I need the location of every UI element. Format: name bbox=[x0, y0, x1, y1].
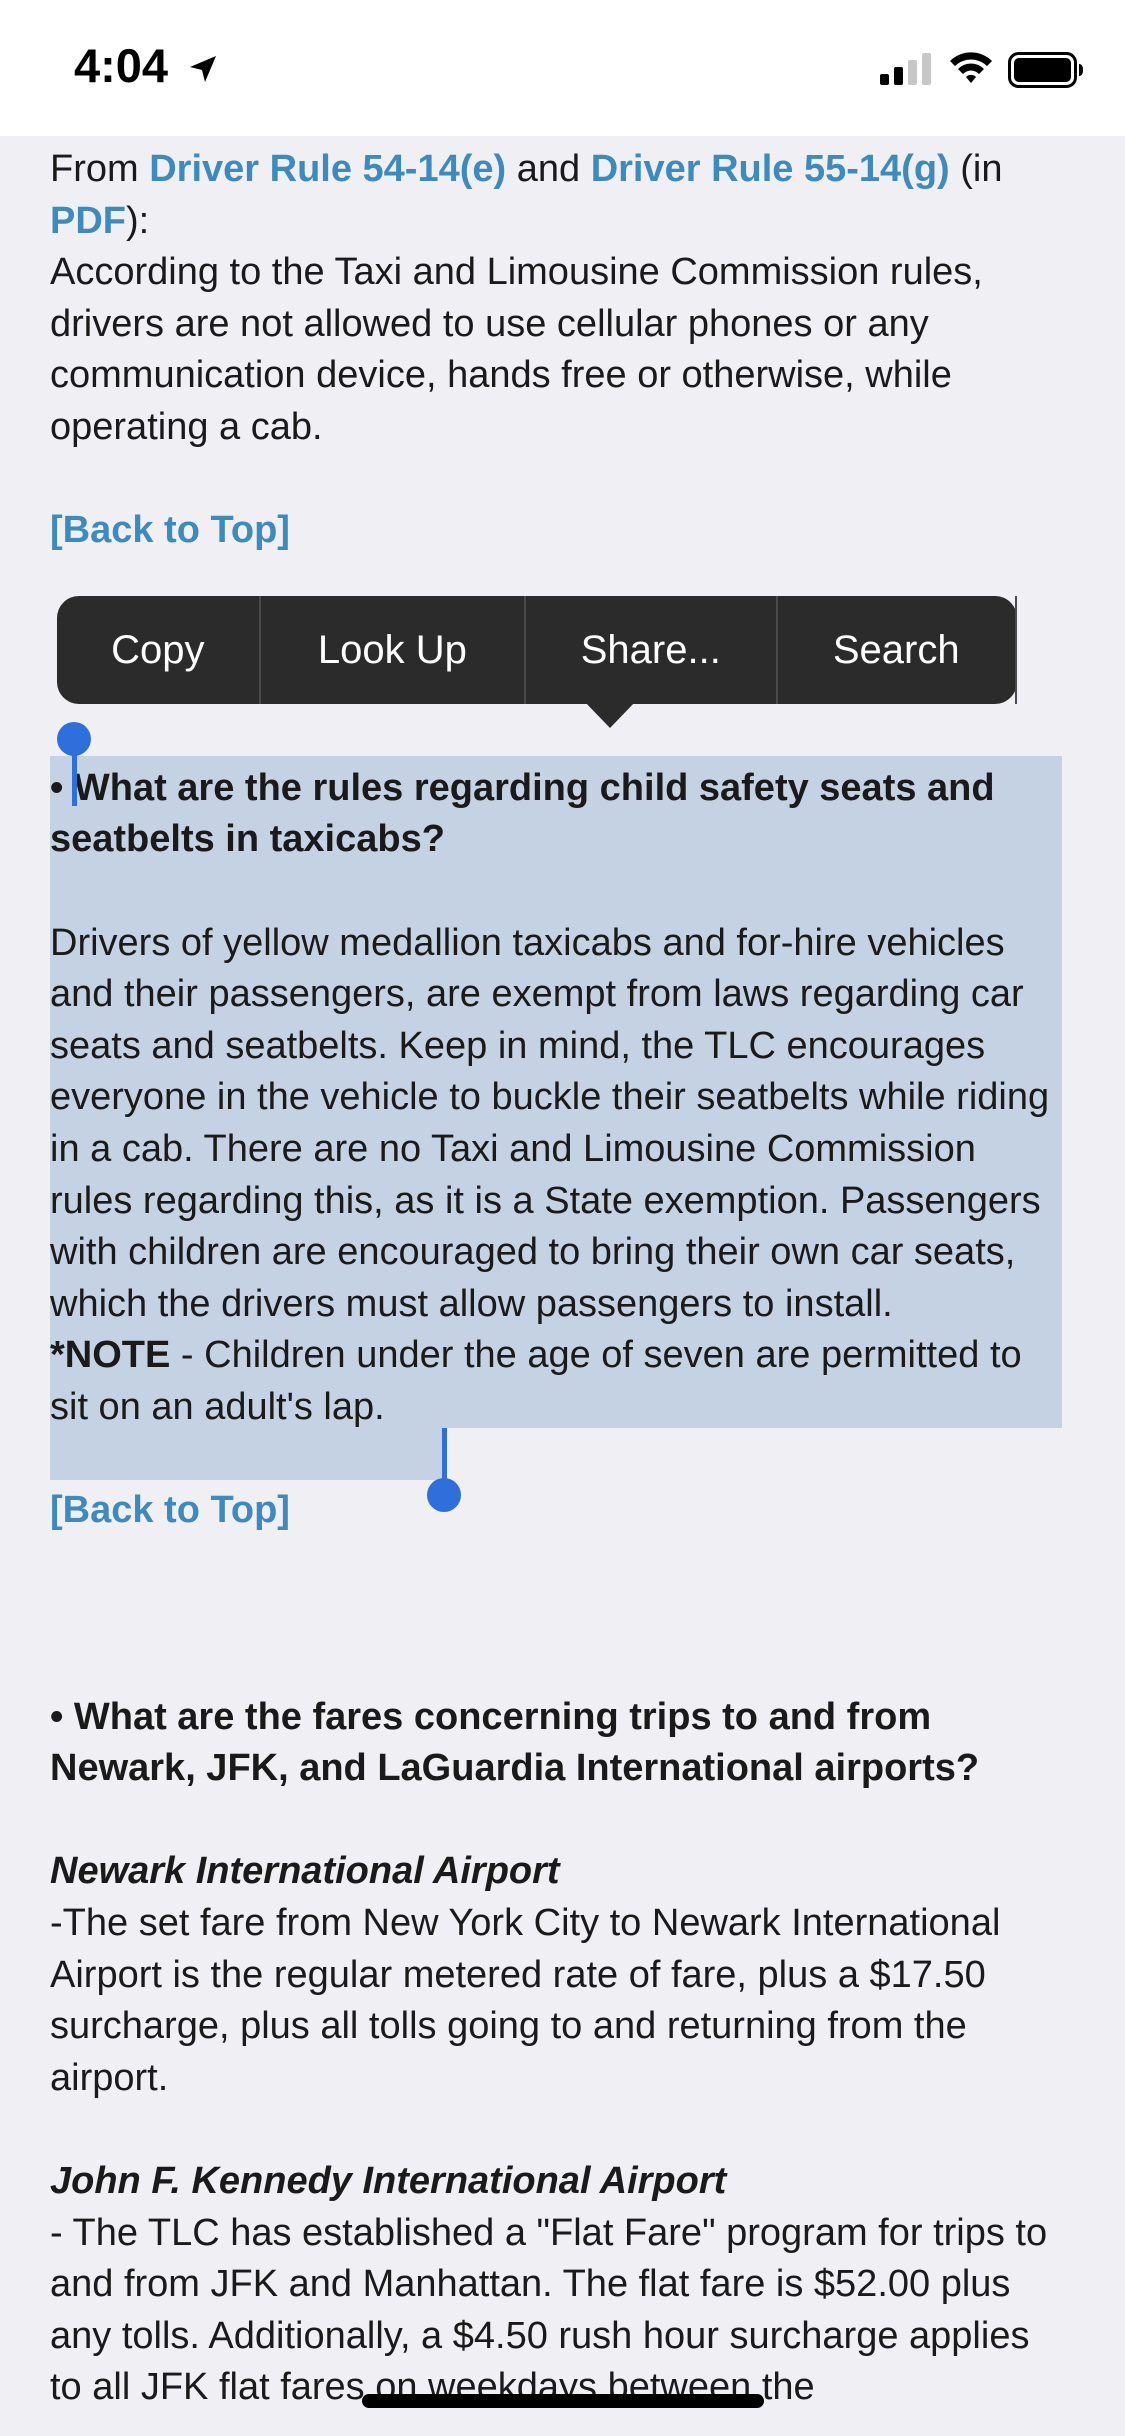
jfk-heading: John F. Kennedy International Airport bbox=[50, 2160, 727, 2202]
selection-end-handle[interactable] bbox=[427, 1478, 461, 1512]
intro-body: According to the Taxi and Limousine Comm… bbox=[50, 251, 983, 448]
selection-end-caret bbox=[442, 1428, 447, 1482]
menu-pointer bbox=[583, 700, 637, 728]
text-selection-menu: Copy Look Up Share... Search bbox=[57, 596, 1017, 728]
selection-start-handle[interactable] bbox=[57, 722, 91, 756]
intro-source: From Driver Rule 54-14(e) and Driver Rul… bbox=[50, 148, 1003, 242]
selection-start-caret bbox=[72, 752, 77, 806]
home-indicator[interactable] bbox=[362, 2394, 764, 2408]
status-time: 4:04 bbox=[74, 39, 169, 92]
location-arrow-icon bbox=[190, 56, 216, 82]
driver-rule-54-link[interactable]: Driver Rule 54-14(e) bbox=[149, 148, 506, 190]
search-menu-item[interactable]: Search bbox=[778, 596, 1017, 704]
back-to-top-link[interactable]: [Back to Top] bbox=[50, 505, 1060, 557]
battery-icon bbox=[1008, 52, 1083, 88]
driver-rule-55-link[interactable]: Driver Rule 55-14(g) bbox=[591, 148, 950, 190]
article-content: From Driver Rule 54-14(e) and Driver Rul… bbox=[50, 136, 1060, 2414]
child-seat-question: • What are the rules regarding child saf… bbox=[50, 766, 995, 861]
airport-fares-question: • What are the fares concerning trips to… bbox=[50, 1695, 980, 1790]
cellular-signal-icon bbox=[880, 53, 931, 85]
copy-menu-item[interactable]: Copy bbox=[57, 596, 261, 704]
status-bar: 4:04 bbox=[0, 0, 1125, 136]
wifi-icon bbox=[950, 52, 992, 83]
back-to-top-link[interactable]: [Back to Top] bbox=[50, 1485, 1060, 1537]
newark-text: -The set fare from New York City to Newa… bbox=[50, 1902, 1001, 2099]
look-up-menu-item[interactable]: Look Up bbox=[261, 596, 527, 704]
pdf-link[interactable]: PDF bbox=[50, 200, 126, 242]
child-seat-answer: Drivers of yellow medallion taxicabs and… bbox=[50, 921, 1050, 1325]
newark-heading: Newark International Airport bbox=[50, 1850, 560, 1893]
jfk-text: - The TLC has established a "Flat Fare" … bbox=[50, 2211, 1048, 2409]
share-menu-item[interactable]: Share... bbox=[526, 596, 778, 704]
child-seat-note: *NOTE - Children under the age of seven … bbox=[50, 1334, 1022, 1428]
